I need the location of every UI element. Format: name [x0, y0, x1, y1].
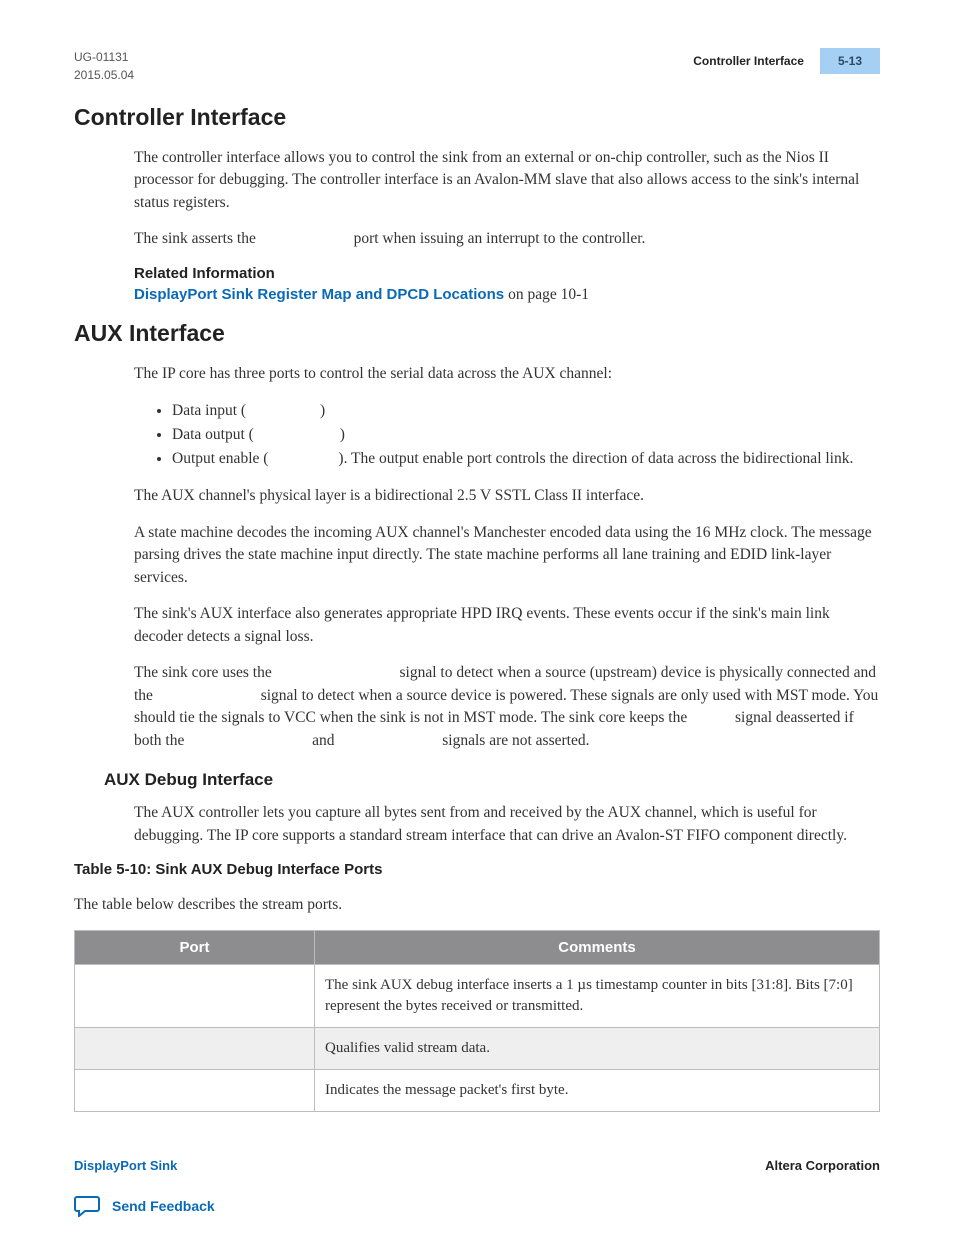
controller-para-2: The sink asserts the port when issuing a…: [134, 228, 880, 250]
aux-debug-ports-table: Port Comments The sink AUX debug interfa…: [74, 930, 880, 1112]
table-header-port: Port: [75, 931, 315, 965]
aux-para-4: The sink's AUX interface also generates …: [134, 603, 880, 648]
comment-icon[interactable]: [74, 1195, 100, 1217]
header-section-title: Controller Interface: [693, 54, 804, 68]
table-cell-comment: Qualifies valid stream data.: [315, 1028, 880, 1070]
footer-left-link[interactable]: DisplayPort Sink: [74, 1158, 177, 1173]
aux-para-2: The AUX channel's physical layer is a bi…: [134, 485, 880, 507]
table-row: Qualifies valid stream data.: [75, 1028, 880, 1070]
aux-ports-list: Data input () Data output () Output enab…: [172, 399, 880, 471]
table-row: The sink AUX debug interface inserts a 1…: [75, 965, 880, 1028]
header-right: Controller Interface 5-13: [693, 48, 880, 74]
heading-aux-debug: AUX Debug Interface: [104, 770, 880, 790]
header-left: UG-01131 2015.05.04: [74, 48, 134, 84]
aux-para-5: The sink core uses the signal to detect …: [134, 662, 880, 752]
doc-id: UG-01131: [74, 48, 134, 66]
table-header-comments: Comments: [315, 931, 880, 965]
table-row: Indicates the message packet's first byt…: [75, 1070, 880, 1112]
aux-debug-para-1: The AUX controller lets you capture all …: [134, 802, 880, 847]
send-feedback-link[interactable]: Send Feedback: [112, 1198, 215, 1214]
footer-right-text: Altera Corporation: [765, 1158, 880, 1173]
list-item: Data input (): [172, 399, 880, 423]
table-cell-comment: Indicates the message packet's first byt…: [315, 1070, 880, 1112]
heading-aux-interface: AUX Interface: [74, 320, 880, 347]
heading-controller-interface: Controller Interface: [74, 104, 880, 131]
page-number-badge: 5-13: [820, 48, 880, 74]
table-cell-port: [75, 965, 315, 1028]
table-cell-port: [75, 1070, 315, 1112]
table-cell-comment: The sink AUX debug interface inserts a 1…: [315, 965, 880, 1028]
controller-para-1: The controller interface allows you to c…: [134, 147, 880, 214]
page-footer: DisplayPort Sink Altera Corporation: [74, 1158, 880, 1173]
list-item: Data output (): [172, 423, 880, 447]
table-title: Table 5-10: Sink AUX Debug Interface Por…: [74, 861, 880, 878]
page-header: UG-01131 2015.05.04 Controller Interface…: [74, 48, 880, 84]
related-info-suffix: on page 10-1: [508, 286, 589, 303]
feedback-row: Send Feedback: [74, 1195, 880, 1217]
doc-date: 2015.05.04: [74, 66, 134, 84]
aux-para-3: A state machine decodes the incoming AUX…: [134, 522, 880, 589]
related-info-label: Related Information: [134, 265, 880, 282]
table-caption: The table below describes the stream por…: [74, 894, 880, 916]
related-info-link[interactable]: DisplayPort Sink Register Map and DPCD L…: [134, 286, 504, 303]
aux-para-1: The IP core has three ports to control t…: [134, 363, 880, 385]
list-item: Output enable (). The output enable port…: [172, 447, 880, 471]
table-cell-port: [75, 1028, 315, 1070]
